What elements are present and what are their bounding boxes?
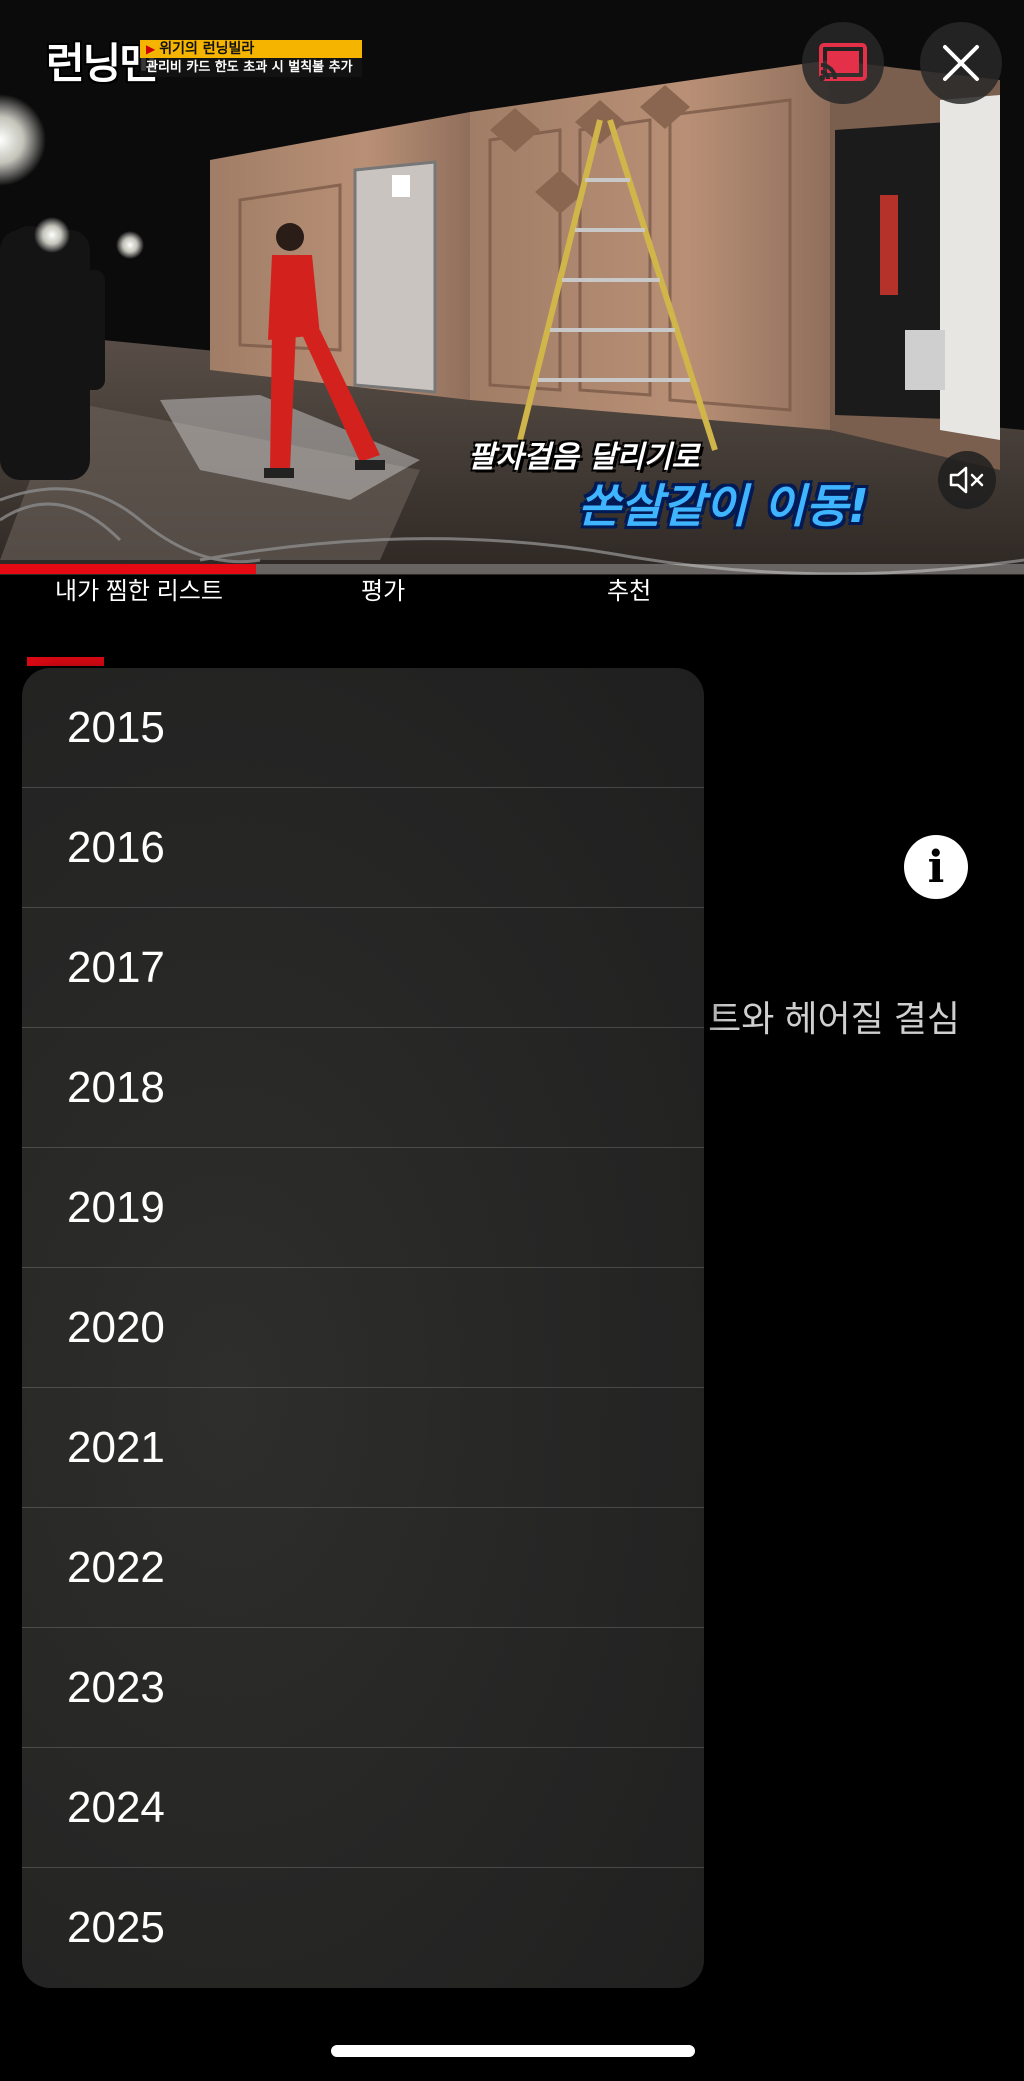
tab-my-list[interactable]: 내가 찜한 리스트 xyxy=(55,574,223,610)
year-option[interactable]: 2022 xyxy=(22,1508,704,1628)
cast-icon xyxy=(819,43,867,81)
info-icon[interactable]: i xyxy=(904,835,968,899)
year-option[interactable]: 2020 xyxy=(22,1268,704,1388)
show-caption-title: 위기의 런닝빌라 xyxy=(159,41,255,57)
play-triangle-icon: ▶ xyxy=(146,42,156,56)
video-progress-fill xyxy=(0,564,256,574)
year-option[interactable]: 2015 xyxy=(22,668,704,788)
tab-recommend[interactable]: 추천 xyxy=(607,574,651,610)
year-option[interactable]: 2017 xyxy=(22,908,704,1028)
year-option[interactable]: 2018 xyxy=(22,1028,704,1148)
year-option[interactable]: 2016 xyxy=(22,788,704,908)
video-progress-bar[interactable] xyxy=(0,564,1024,574)
year-option[interactable]: 2024 xyxy=(22,1748,704,1868)
year-option[interactable]: 2019 xyxy=(22,1148,704,1268)
tab-rating[interactable]: 평가 xyxy=(361,574,405,610)
show-caption: ▶ 위기의 런닝빌라 관리비 카드 한도 초과 시 벌칙볼 추가 xyxy=(140,40,362,77)
year-option[interactable]: 2025 xyxy=(22,1868,704,1988)
show-caption-subtitle: 관리비 카드 한도 초과 시 벌칙볼 추가 xyxy=(140,58,362,77)
year-dropdown-menu: 2015 2016 2017 2018 2019 2020 2021 2022 … xyxy=(22,668,704,1988)
mute-icon xyxy=(949,466,984,494)
show-caption-title-row: ▶ 위기의 런닝빌라 xyxy=(140,40,362,58)
tab-selected-indicator xyxy=(27,657,104,666)
mute-button[interactable] xyxy=(938,451,996,509)
close-icon xyxy=(943,45,979,81)
year-option[interactable]: 2021 xyxy=(22,1388,704,1508)
video-preview[interactable]: 런닝맨 ▶ 위기의 런닝빌라 관리비 카드 한도 초과 시 벌칙볼 추가 팔자걸음… xyxy=(0,0,1024,575)
cast-button[interactable] xyxy=(802,22,884,104)
close-button[interactable] xyxy=(920,22,1002,104)
home-indicator xyxy=(331,2045,695,2057)
video-subtitle-line2: 쏜살같이 이동! xyxy=(578,479,869,533)
year-option[interactable]: 2023 xyxy=(22,1628,704,1748)
